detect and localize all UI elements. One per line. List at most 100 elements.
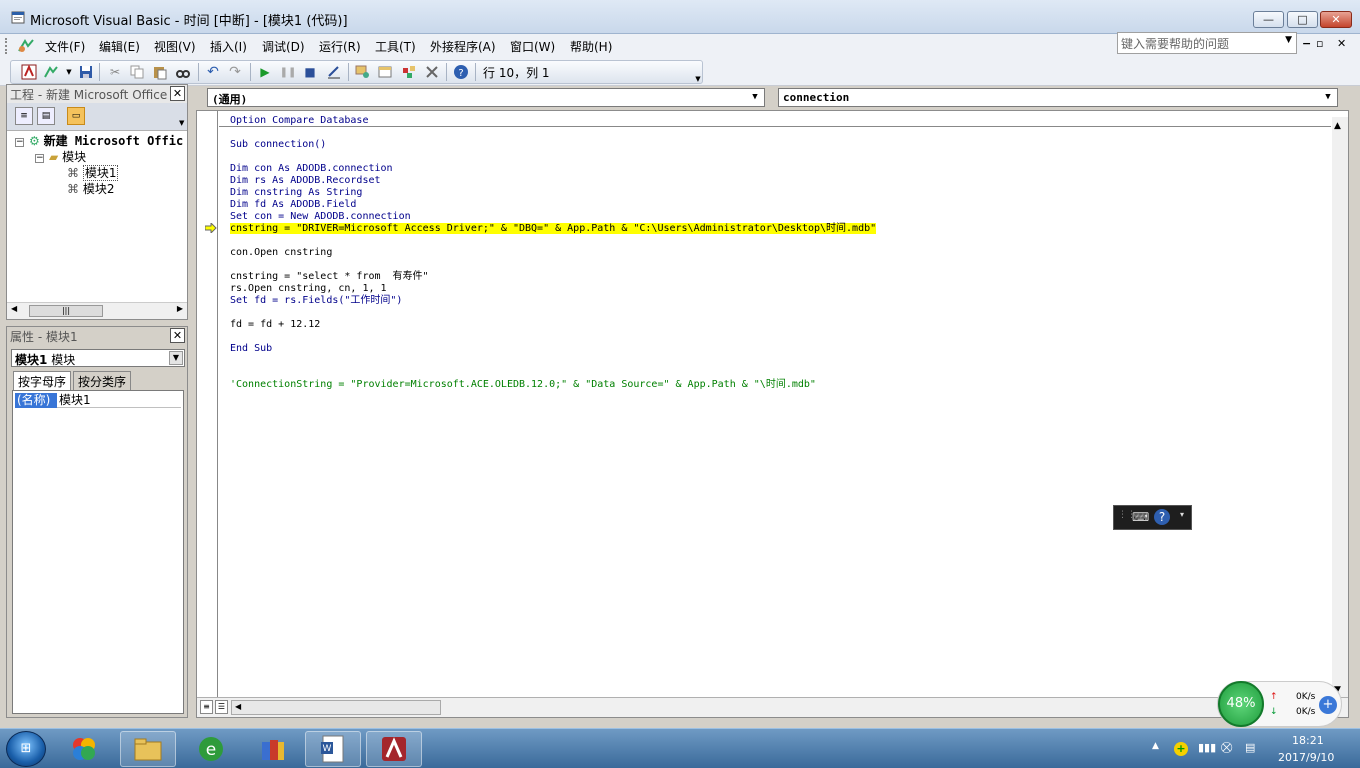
property-row[interactable]: (名称) 模块1 [15, 393, 181, 408]
tree-item-module1[interactable]: ⌘ 模块1 [67, 165, 119, 181]
chevron-down-icon[interactable]: ▼ [748, 90, 762, 105]
add-icon[interactable]: + [1174, 742, 1188, 756]
mdi-restore-button[interactable]: ▫ [1316, 37, 1323, 50]
code-line[interactable] [230, 259, 876, 271]
mdi-minimize-button[interactable]: − [1302, 37, 1311, 50]
find-icon[interactable] [174, 63, 192, 81]
code-line[interactable]: fd = fd + 12.12 [230, 319, 876, 331]
chevron-down-icon[interactable]: ▼ [1321, 90, 1335, 105]
toolbox-icon[interactable] [423, 63, 441, 81]
design-mode-icon[interactable] [325, 63, 343, 81]
view-code-icon[interactable]: ≡ [15, 107, 33, 125]
scroll-right-icon[interactable]: ▶ [177, 304, 183, 313]
code-horizontal-scrollbar[interactable]: ◀ [231, 700, 441, 715]
help-icon[interactable]: ? [1154, 509, 1170, 525]
margin-indicator-bar[interactable] [197, 111, 218, 697]
code-line[interactable]: cnstring = "select * from 有寿件" [230, 271, 876, 283]
clock-time[interactable]: 18:21 [1292, 734, 1324, 747]
properties-pane-close-button[interactable]: ✕ [170, 328, 185, 343]
break-icon[interactable]: ❚❚ [279, 63, 297, 81]
tab-alphabetic[interactable]: 按字母序 [13, 371, 72, 390]
help-question-input[interactable]: 键入需要帮助的问题 ▼ [1117, 32, 1297, 54]
undo-icon[interactable]: ↶ [204, 63, 222, 81]
minimize-button[interactable]: — [1253, 11, 1284, 28]
code-editor[interactable]: Option Compare Database Sub connection()… [230, 115, 877, 391]
project-explorer-icon[interactable] [354, 63, 372, 81]
menu-window[interactable]: 窗口(W) [508, 37, 557, 56]
full-module-view-icon[interactable]: ☰ [215, 700, 228, 714]
code-line[interactable]: Dim fd As ADODB.Field [230, 199, 876, 211]
redo-icon[interactable]: ↷ [226, 63, 244, 81]
code-line[interactable]: Dim cnstring As String [230, 187, 876, 199]
taskbar-app-word-icon[interactable]: W [305, 731, 361, 767]
help-icon[interactable]: ? [452, 63, 470, 81]
scroll-left-icon[interactable]: ◀ [11, 304, 17, 313]
project-pane-close-button[interactable]: ✕ [170, 86, 185, 101]
start-button[interactable]: ⊞ [6, 731, 46, 767]
network-signal-icon[interactable]: ▮▮▮ [1198, 741, 1216, 754]
object-browser-icon[interactable] [400, 63, 418, 81]
menu-file[interactable]: 文件(F) [43, 37, 87, 56]
procedure-view-icon[interactable]: ≡ [200, 700, 213, 714]
code-line[interactable] [230, 355, 876, 367]
menubar-grip[interactable] [5, 38, 8, 54]
code-vertical-scrollbar[interactable]: ▲ ▼ [1332, 117, 1348, 697]
widget-plus-button[interactable]: + [1319, 696, 1337, 714]
tree-folder-modules[interactable]: ▰ 模块 [49, 149, 86, 165]
clock-date[interactable]: 2017/9/10 [1278, 751, 1334, 764]
menu-help[interactable]: 帮助(H) [568, 37, 614, 56]
code-line[interactable] [230, 307, 876, 319]
menu-run[interactable]: 运行(R) [317, 37, 363, 56]
insert-module-icon[interactable] [42, 63, 60, 81]
code-line[interactable] [230, 151, 876, 163]
object-select[interactable]: 模块1 模块 ▼ [11, 349, 185, 367]
code-line[interactable]: rs.Open cnstring, cn, 1, 1 [230, 283, 876, 295]
scroll-up-icon[interactable]: ▲ [1334, 121, 1341, 131]
collapse-icon[interactable]: − [35, 154, 44, 163]
taskbar-app-explorer-icon[interactable] [120, 731, 176, 767]
network-speed-widget[interactable]: 48% ↑ 0K/s ↓ 0K/s + [1217, 681, 1342, 727]
procedure-combo[interactable]: connection ▼ [778, 88, 1338, 107]
chevron-down-icon[interactable]: ▼ [169, 351, 183, 365]
chevron-down-icon[interactable]: ▼ [60, 63, 78, 81]
copy-icon[interactable] [128, 63, 146, 81]
ime-menu-icon[interactable]: ▾ [1180, 510, 1184, 519]
scroll-thumb[interactable]: ||| [29, 305, 103, 317]
memory-gauge[interactable]: 48% [1218, 681, 1264, 727]
menu-edit[interactable]: 编辑(E) [97, 37, 142, 56]
code-line[interactable]: 'ConnectionString = "Provider=Microsoft.… [230, 379, 876, 391]
tab-categorized[interactable]: 按分类序 [73, 371, 132, 390]
save-icon[interactable] [77, 63, 95, 81]
code-line[interactable] [230, 331, 876, 343]
code-line[interactable]: cnstring = "DRIVER=Microsoft Access Driv… [230, 223, 877, 235]
tree-item-module2[interactable]: ⌘ 模块2 [67, 181, 114, 197]
paste-icon[interactable] [151, 63, 169, 81]
property-value[interactable]: 模块1 [59, 393, 91, 407]
close-button[interactable]: ✕ [1320, 11, 1352, 28]
menu-addins[interactable]: 外接程序(A) [428, 37, 498, 56]
menu-view[interactable]: 视图(V) [152, 37, 198, 56]
code-line[interactable]: End Sub [230, 343, 876, 355]
properties-icon[interactable] [376, 63, 394, 81]
chevron-down-icon[interactable]: ▼ [179, 119, 184, 127]
menu-debug[interactable]: 调试(D) [260, 37, 307, 56]
code-line[interactable] [230, 127, 876, 139]
view-object-icon[interactable]: ▤ [37, 107, 55, 125]
code-line[interactable]: Option Compare Database [230, 115, 876, 127]
code-line[interactable]: Set fd = rs.Fields("工作时间") [230, 295, 876, 307]
chevron-down-icon[interactable]: ▼ [1285, 35, 1292, 45]
menu-tools[interactable]: 工具(T) [373, 37, 418, 56]
code-line[interactable]: Set con = New ADODB.connection [230, 211, 876, 223]
toggle-folders-icon[interactable]: ▭ [67, 107, 85, 125]
run-icon[interactable]: ▶ [256, 63, 274, 81]
keyboard-icon[interactable]: ⌨ [1132, 510, 1149, 524]
taskbar-app-archive-icon[interactable] [245, 731, 301, 767]
vba-menu-icon[interactable] [16, 37, 36, 55]
menu-insert[interactable]: 插入(I) [208, 37, 249, 56]
show-hidden-icons-icon[interactable]: ▲ [1152, 741, 1159, 751]
code-line[interactable]: Dim rs As ADODB.Recordset [230, 175, 876, 187]
reset-icon[interactable]: ■ [301, 63, 319, 81]
cut-icon[interactable]: ✂ [106, 63, 124, 81]
network-error-icon[interactable]: ⛒ [1221, 741, 1232, 755]
tree-root-project[interactable]: ⚙ 新建 Microsoft Offic [29, 133, 183, 149]
